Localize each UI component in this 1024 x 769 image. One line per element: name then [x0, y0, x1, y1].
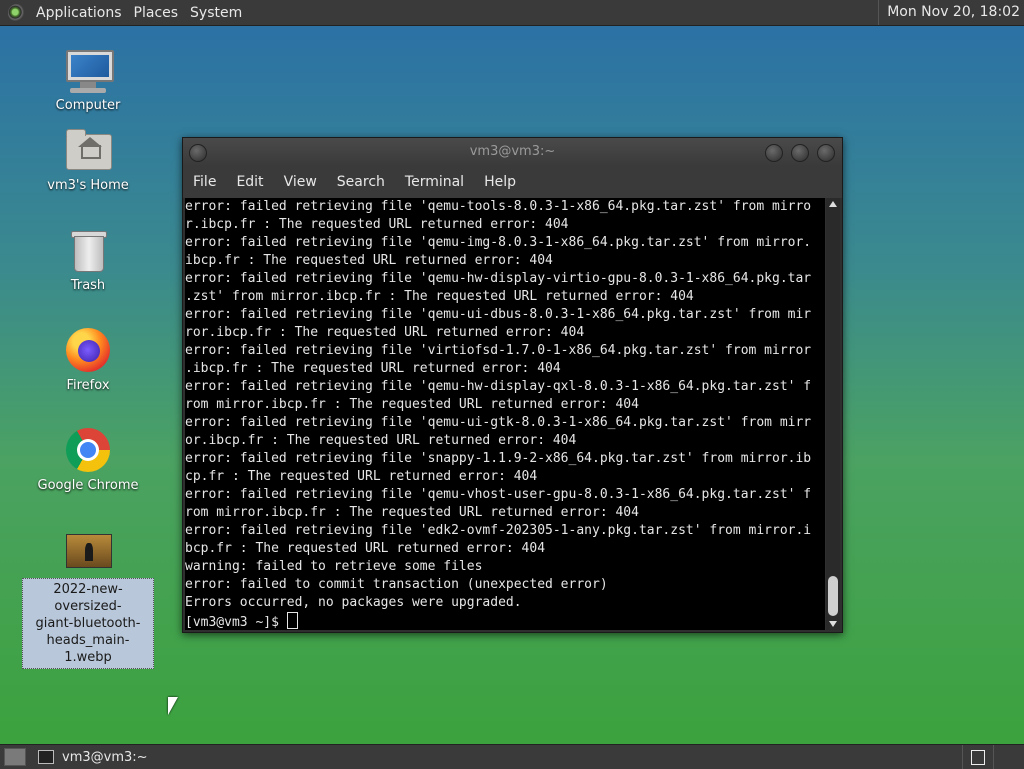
terminal-line: Errors occurred, no packages were upgrad… [185, 595, 522, 610]
taskbar-item-label: vm3@vm3:~ [62, 749, 148, 765]
terminal-line: error: failed to commit transaction (une… [185, 577, 608, 592]
trash-icon [64, 226, 112, 274]
applications-menu[interactable]: Applications [32, 5, 130, 21]
scroll-thumb[interactable] [828, 576, 838, 616]
terminal-line: .zst' from mirror.ibcp.fr : The requeste… [185, 289, 694, 304]
menu-file[interactable]: File [183, 174, 226, 190]
scroll-down-arrow-icon[interactable] [829, 621, 837, 627]
terminal-line: .ibcp.fr : The requested URL returned er… [185, 361, 561, 376]
desktop-icon-label: vm3's Home [47, 178, 129, 193]
bottom-panel: vm3@vm3:~ [0, 744, 1024, 769]
terminal-icon [38, 750, 54, 764]
desktop-icon-firefox[interactable]: Firefox [33, 326, 143, 393]
terminal-line: error: failed retrieving file 'virtiofsd… [185, 343, 812, 358]
terminal-menubar: File Edit View Search Terminal Help [183, 166, 842, 198]
terminal-line: ror.ibcp.fr : The requested URL returned… [185, 325, 585, 340]
window-menu-button[interactable] [189, 144, 207, 162]
terminal-line: error: failed retrieving file 'edk2-ovmf… [185, 523, 812, 538]
workspace-2[interactable] [993, 745, 1024, 769]
desktop-icon-label: Google Chrome [37, 478, 139, 493]
terminal-output[interactable]: error: failed retrieving file 'qemu-tool… [185, 198, 825, 630]
close-button[interactable] [817, 144, 835, 162]
terminal-line: error: failed retrieving file 'qemu-img-… [185, 235, 812, 250]
system-menu[interactable]: System [186, 5, 250, 21]
menu-edit[interactable]: Edit [226, 174, 273, 190]
terminal-line: r.ibcp.fr : The requested URL returned e… [185, 217, 569, 232]
workspace-switcher [962, 745, 1024, 769]
terminal-prompt: [vm3@vm3 ~]$ [185, 615, 287, 630]
desktop-icon-image-file[interactable]: 2022-new-oversized-giant-bluetooth-heads… [20, 526, 156, 669]
computer-icon [64, 46, 114, 94]
desktop-icon-label: Firefox [66, 378, 110, 393]
clock[interactable]: Mon Nov 20, 18:02 [878, 0, 1024, 25]
terminal-line: cp.fr : The requested URL returned error… [185, 469, 538, 484]
terminal-line: rom mirror.ibcp.fr : The requested URL r… [185, 505, 639, 520]
terminal-line: or.ibcp.fr : The requested URL returned … [185, 433, 577, 448]
desktop-icon-chrome[interactable]: Google Chrome [33, 426, 143, 493]
terminal-line: error: failed retrieving file 'qemu-hw-d… [185, 271, 812, 286]
mouse-pointer-icon [168, 697, 178, 715]
window-titlebar[interactable]: vm3@vm3:~ [183, 138, 842, 166]
menu-logo-icon[interactable] [8, 3, 26, 22]
terminal-line: bcp.fr : The requested URL returned erro… [185, 541, 546, 556]
top-panel: Applications Places System Mon Nov 20, 1… [0, 0, 1024, 26]
terminal-cursor [286, 612, 298, 629]
desktop-icon-trash[interactable]: Trash [33, 226, 143, 293]
menu-search[interactable]: Search [327, 174, 395, 190]
terminal-window: vm3@vm3:~ File Edit View Search Terminal… [182, 137, 843, 633]
chrome-icon [64, 426, 112, 474]
menu-view[interactable]: View [274, 174, 327, 190]
terminal-line: error: failed retrieving file 'qemu-tool… [185, 199, 812, 214]
desktop-icon-label: 2022-new-oversized-giant-bluetooth-heads… [22, 578, 154, 669]
terminal-line: error: failed retrieving file 'qemu-ui-d… [185, 307, 812, 322]
terminal-prompt-line: [vm3@vm3 ~]$ [185, 612, 825, 630]
desktop-icon-computer[interactable]: Computer [33, 46, 143, 113]
home-folder-icon [64, 126, 112, 174]
show-desktop-icon[interactable] [4, 748, 26, 766]
firefox-icon [64, 326, 112, 374]
terminal-scrollbar[interactable] [826, 198, 840, 630]
workspace-1[interactable] [962, 745, 993, 769]
desktop-icon-home[interactable]: vm3's Home [33, 126, 143, 193]
terminal-line: warning: failed to retrieve some files [185, 559, 483, 574]
scroll-up-arrow-icon[interactable] [829, 201, 837, 207]
places-menu[interactable]: Places [130, 5, 187, 21]
terminal-line: rom mirror.ibcp.fr : The requested URL r… [185, 397, 639, 412]
terminal-line: ibcp.fr : The requested URL returned err… [185, 253, 553, 268]
terminal-line: error: failed retrieving file 'qemu-vhos… [185, 487, 812, 502]
desktop-icon-label: Trash [70, 278, 106, 293]
terminal-line: error: failed retrieving file 'qemu-hw-d… [185, 379, 812, 394]
menu-terminal[interactable]: Terminal [395, 174, 474, 190]
terminal-line: error: failed retrieving file 'snappy-1.… [185, 451, 812, 466]
menu-help[interactable]: Help [474, 174, 526, 190]
maximize-button[interactable] [791, 144, 809, 162]
window-title: vm3@vm3:~ [469, 144, 556, 159]
minimize-button[interactable] [765, 144, 783, 162]
terminal-line: error: failed retrieving file 'qemu-ui-g… [185, 415, 812, 430]
taskbar-terminal-item[interactable]: vm3@vm3:~ [32, 745, 154, 769]
desktop-icon-label: Computer [55, 98, 121, 113]
image-file-icon [64, 526, 112, 574]
